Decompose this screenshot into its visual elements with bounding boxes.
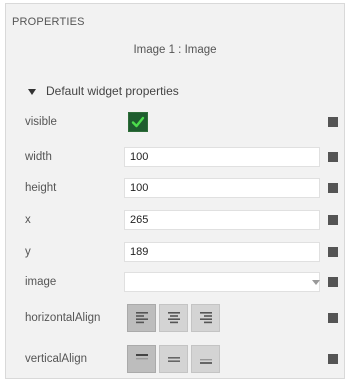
align-right-button[interactable] [191, 304, 220, 332]
property-label-y: y [25, 246, 31, 258]
property-label-horizontal-align: horizontalAlign [25, 312, 101, 324]
align-top-icon [135, 354, 148, 360]
reset-image-button[interactable] [328, 277, 338, 287]
property-row-height: height 100 [6, 178, 344, 200]
section-label: Default widget properties [46, 84, 179, 98]
visible-checkbox[interactable] [128, 112, 148, 132]
align-left-icon [135, 312, 148, 324]
align-bottom-button[interactable] [191, 345, 220, 373]
property-row-y: y 189 [6, 242, 344, 264]
property-row-width: width 100 [6, 147, 344, 169]
property-row-visible: visible [6, 112, 344, 134]
align-center-button[interactable] [159, 304, 188, 332]
widget-subtitle: Image 1 : Image [133, 44, 217, 56]
property-label-height: height [25, 182, 57, 194]
align-middle-button[interactable] [159, 345, 188, 373]
image-select[interactable] [124, 272, 320, 292]
reset-y-button[interactable] [328, 247, 338, 257]
property-label-x: x [25, 214, 31, 226]
property-row-image: image [6, 272, 344, 294]
y-input[interactable]: 189 [124, 242, 320, 262]
align-bottom-icon [199, 359, 212, 364]
reset-horizontal-align-button[interactable] [328, 313, 338, 323]
reset-vertical-align-button[interactable] [328, 354, 338, 364]
align-middle-icon [167, 357, 180, 362]
x-input[interactable]: 265 [124, 210, 320, 230]
reset-x-button[interactable] [328, 215, 338, 225]
properties-panel: PROPERTIES Image 1 : Image Default widge… [5, 3, 345, 379]
align-top-button[interactable] [127, 345, 156, 373]
property-row-vertical-align: verticalAlign [6, 345, 344, 373]
property-row-horizontal-align: horizontalAlign [6, 304, 344, 332]
property-label-width: width [25, 151, 52, 163]
property-label-image: image [25, 276, 57, 288]
panel-title: PROPERTIES [12, 16, 85, 28]
reset-visible-button[interactable] [328, 117, 338, 127]
horizontal-align-button-group [127, 304, 220, 332]
align-left-button[interactable] [127, 304, 156, 332]
width-input[interactable]: 100 [124, 147, 320, 167]
property-label-vertical-align: verticalAlign [25, 353, 87, 365]
vertical-align-button-group [127, 345, 220, 373]
property-row-x: x 265 [6, 210, 344, 232]
align-center-icon [167, 312, 180, 324]
align-right-icon [199, 312, 212, 324]
expand-triangle-icon[interactable] [28, 88, 36, 95]
checkmark-icon [131, 116, 145, 128]
dropdown-chevron-icon[interactable] [312, 280, 320, 285]
property-label-visible: visible [25, 116, 57, 128]
reset-height-button[interactable] [328, 183, 338, 193]
height-input[interactable]: 100 [124, 178, 320, 198]
section-header-default-widget-properties[interactable]: Default widget properties [28, 84, 179, 98]
reset-width-button[interactable] [328, 152, 338, 162]
